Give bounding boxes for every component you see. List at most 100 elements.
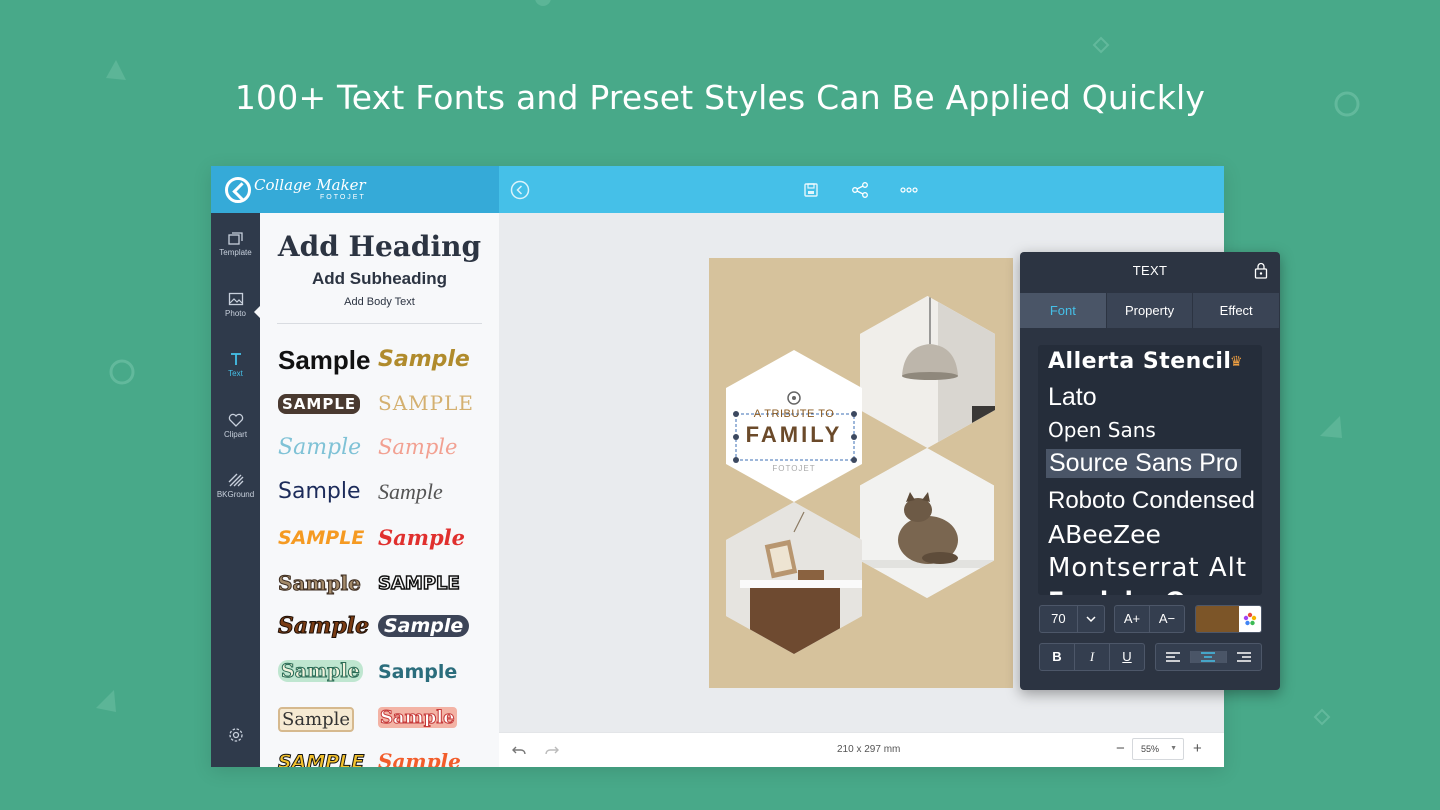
preset-style[interactable]: Sample xyxy=(278,479,361,504)
photo-shelf[interactable] xyxy=(726,502,862,654)
chevron-down-icon: ▼ xyxy=(1170,745,1177,752)
logo[interactable]: Collage Maker FOTOJET xyxy=(254,176,366,202)
toolbar xyxy=(499,166,1224,213)
photo-icon xyxy=(228,292,243,306)
align-center-button[interactable] xyxy=(1191,651,1227,663)
photo-cat[interactable] xyxy=(860,448,994,598)
sidebar-item-clipart[interactable]: Clipart xyxy=(211,413,260,439)
text-style-buttons: B I U xyxy=(1039,643,1145,671)
logo-main: Collage Maker xyxy=(254,176,366,194)
settings-button[interactable] xyxy=(211,727,260,746)
back-icon xyxy=(510,180,530,200)
preset-style[interactable]: Sample xyxy=(378,615,470,637)
font-option[interactable]: Lato xyxy=(1048,383,1097,412)
preset-style[interactable]: Sample xyxy=(278,435,361,460)
property-tabs: Font Property Effect xyxy=(1020,293,1281,328)
preset-style[interactable]: Sample xyxy=(378,661,457,683)
preset-style[interactable]: SAMPLE xyxy=(278,394,361,414)
decor-circle xyxy=(109,359,135,385)
text-badge[interactable]: A TRIBUTE TO FAMILY FOTOJET xyxy=(726,350,862,502)
color-picker[interactable] xyxy=(1195,605,1262,633)
preset-style[interactable]: Sample xyxy=(378,749,461,767)
font-option-selected[interactable]: Source Sans Pro xyxy=(1046,449,1241,478)
preset-style[interactable]: Sample xyxy=(378,479,443,505)
add-subheading-button[interactable]: Add Subheading xyxy=(260,269,499,289)
undo-icon xyxy=(512,746,526,755)
preset-style[interactable]: Sample xyxy=(378,525,465,550)
gear-icon xyxy=(228,728,243,742)
redo-icon xyxy=(545,746,559,755)
color-swatch xyxy=(1196,606,1239,632)
photo-lamp[interactable] xyxy=(860,296,995,448)
font-option[interactable]: Open Sans xyxy=(1048,418,1156,442)
zoom-select[interactable]: 55% ▼ xyxy=(1132,738,1184,760)
preset-style[interactable]: SAMPLE xyxy=(378,391,474,415)
tab-font[interactable]: Font xyxy=(1020,293,1107,328)
preset-style[interactable]: Sample xyxy=(277,613,369,640)
text-icon xyxy=(230,353,241,365)
decor-triangle xyxy=(1320,416,1342,438)
font-size-steppers: A+ A− xyxy=(1114,605,1185,633)
poster-line1: A TRIBUTE TO xyxy=(753,408,835,420)
tab-effect[interactable]: Effect xyxy=(1193,293,1281,328)
heart-icon xyxy=(228,413,243,427)
tab-property[interactable]: Property xyxy=(1107,293,1194,328)
underline-button[interactable]: U xyxy=(1110,644,1144,670)
align-right-button[interactable] xyxy=(1227,651,1261,663)
font-option[interactable]: Fredoka One xyxy=(1048,587,1219,595)
preset-style[interactable]: Sample xyxy=(278,660,363,683)
preset-style[interactable]: Sample xyxy=(378,435,457,459)
font-list[interactable]: Allerta Stencil ♛ Lato Open Sans Source … xyxy=(1038,345,1262,595)
font-option[interactable]: Allerta Stencil xyxy=(1048,349,1231,374)
poster-canvas[interactable]: A TRIBUTE TO FAMILY FOTOJET xyxy=(709,258,1013,688)
share-icon xyxy=(852,182,868,198)
align-left-button[interactable] xyxy=(1156,651,1192,663)
preset-style[interactable]: Sample xyxy=(278,345,371,376)
preset-style[interactable]: Sample xyxy=(278,571,362,596)
save-icon xyxy=(804,183,818,197)
text-properties-panel: TEXT Font Property Effect Allerta Stenci… xyxy=(1020,252,1281,690)
italic-button[interactable]: I xyxy=(1075,644,1110,670)
sidebar-item-text[interactable]: Text xyxy=(211,352,260,378)
palette-icon xyxy=(1239,606,1261,632)
preset-style[interactable]: SAMPLE xyxy=(278,527,364,549)
background-icon xyxy=(228,473,243,487)
save-button[interactable] xyxy=(800,179,822,201)
sidebar-item-background[interactable]: BKGround xyxy=(211,473,260,499)
sidebar-item-label: Photo xyxy=(225,309,246,318)
preset-style[interactable]: Sample xyxy=(378,707,457,729)
preset-style[interactable]: Sample xyxy=(378,347,470,372)
headline: 100+ Text Fonts and Preset Styles Can Be… xyxy=(234,78,1206,117)
preset-style[interactable]: SAMPLE xyxy=(277,751,364,768)
font-option[interactable]: Roboto Condensed xyxy=(1048,487,1255,515)
text-styles-panel: Add Heading Add Subheading Add Body Text… xyxy=(260,213,499,767)
crown-icon: ♛ xyxy=(1230,353,1243,369)
sidebar-item-label: Text xyxy=(228,369,243,378)
align-right-icon xyxy=(1236,652,1251,662)
font-option[interactable]: ABeeZee xyxy=(1048,520,1161,549)
back-button[interactable] xyxy=(509,179,531,201)
add-heading-button[interactable]: Add Heading xyxy=(260,230,499,263)
zoom-in-button[interactable]: + xyxy=(1193,740,1202,757)
font-size-select[interactable]: 70 xyxy=(1039,605,1105,633)
canvas-size-label: 210 x 297 mm xyxy=(837,744,901,755)
add-body-text-button[interactable]: Add Body Text xyxy=(260,296,499,308)
preset-style[interactable]: SAMPLE xyxy=(377,572,460,595)
poster-line2: FAMILY xyxy=(745,422,843,447)
redo-button[interactable] xyxy=(544,743,560,762)
bold-button[interactable]: B xyxy=(1040,644,1075,670)
more-button[interactable] xyxy=(898,179,920,201)
lamp-image xyxy=(860,296,995,448)
lock-button[interactable] xyxy=(1254,262,1268,284)
decor-dot xyxy=(535,0,551,6)
share-button[interactable] xyxy=(849,179,871,201)
undo-button[interactable] xyxy=(511,743,527,762)
sidebar-item-template[interactable]: Template xyxy=(211,231,260,257)
preset-style[interactable]: Sample xyxy=(278,707,355,732)
decrease-size-button[interactable]: A− xyxy=(1150,606,1184,632)
zoom-out-button[interactable]: − xyxy=(1116,740,1125,757)
font-option[interactable]: Montserrat Alt xyxy=(1048,553,1247,583)
increase-size-button[interactable]: A+ xyxy=(1115,606,1150,632)
sidebar-item-photo[interactable]: Photo xyxy=(211,292,260,318)
panel-title: TEXT xyxy=(1132,263,1168,278)
